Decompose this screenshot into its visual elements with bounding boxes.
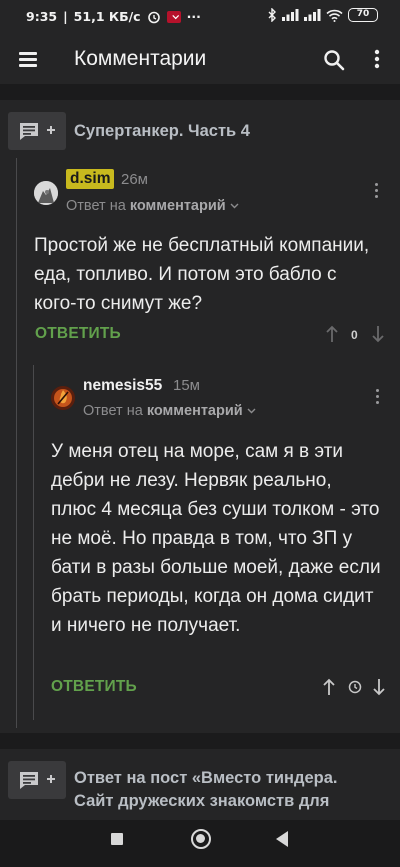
home-icon[interactable]	[191, 829, 211, 849]
downvote-icon[interactable]	[372, 678, 386, 696]
back-icon[interactable]	[276, 831, 288, 847]
signal-icon	[282, 9, 299, 21]
chevron-down-icon	[247, 408, 256, 414]
bluetooth-icon	[268, 8, 276, 22]
thread-line	[33, 365, 34, 720]
comment-menu-icon[interactable]	[374, 183, 380, 201]
signal-icon	[304, 9, 321, 21]
post-header[interactable]: Ответ на пост «Вместо тиндера. Сайт друж…	[0, 761, 400, 817]
section-divider	[0, 84, 400, 100]
post-icon-box	[8, 112, 66, 150]
clock-icon	[348, 680, 362, 694]
comment-time: 15м	[173, 377, 200, 394]
post-title[interactable]: Супертанкер. Часть 4	[74, 120, 250, 143]
page-title: Комментарии	[74, 47, 207, 70]
downvote-icon[interactable]	[371, 325, 385, 343]
reply-button[interactable]: ОТВЕТИТЬ	[51, 678, 137, 696]
reply-to-link[interactable]: Ответ на комментарий	[83, 403, 256, 419]
add-comment-icon	[20, 772, 55, 789]
recents-icon[interactable]	[111, 833, 123, 845]
thread-line	[16, 158, 17, 728]
comment-score: 0	[351, 328, 358, 342]
avatar[interactable]	[51, 386, 75, 410]
reply-button[interactable]: ОТВЕТИТЬ	[35, 325, 121, 343]
upvote-icon[interactable]	[325, 325, 339, 343]
comment-text: Простой же не бесплатный компании, еда, …	[34, 235, 370, 314]
wifi-icon	[326, 9, 343, 22]
app-bar: Комментарии	[0, 36, 400, 84]
battery-icon: 70	[348, 8, 378, 22]
status-bar: 9:35 | 51,1 КБ/с ··· 70	[0, 0, 400, 36]
menu-icon[interactable]	[18, 48, 40, 70]
status-time: 9:35	[26, 9, 58, 24]
post-title[interactable]: Ответ на пост «Вместо тиндера. Сайт друж…	[74, 767, 374, 813]
avatar[interactable]	[34, 181, 58, 205]
comment-text: У меня отец на море, сам я в эти дебри н…	[51, 441, 381, 636]
more-notifications-indicator: ···	[186, 9, 201, 24]
comment-menu-icon[interactable]	[375, 389, 381, 407]
search-icon[interactable]	[322, 48, 346, 72]
system-nav-bar	[0, 820, 400, 867]
alarm-icon	[147, 11, 160, 23]
cat-avatar-icon	[34, 181, 58, 205]
add-comment-icon	[20, 123, 55, 140]
post-icon-box	[8, 761, 66, 799]
more-vertical-icon[interactable]	[366, 47, 388, 71]
fire-avatar-icon	[51, 386, 75, 410]
reply-to-link[interactable]: Ответ на комментарий	[66, 198, 239, 214]
comment-time: 26м	[121, 171, 148, 188]
chevron-down-icon	[230, 203, 239, 209]
network-speed: 51,1 КБ/с	[73, 9, 141, 24]
comment-author[interactable]: d.sim	[66, 169, 115, 189]
app-notification-icon	[166, 10, 181, 23]
section-divider	[0, 733, 400, 749]
comment-author[interactable]: nemesis55	[83, 377, 162, 395]
post-header[interactable]: Супертанкер. Часть 4	[0, 112, 400, 152]
upvote-icon[interactable]	[322, 678, 336, 696]
